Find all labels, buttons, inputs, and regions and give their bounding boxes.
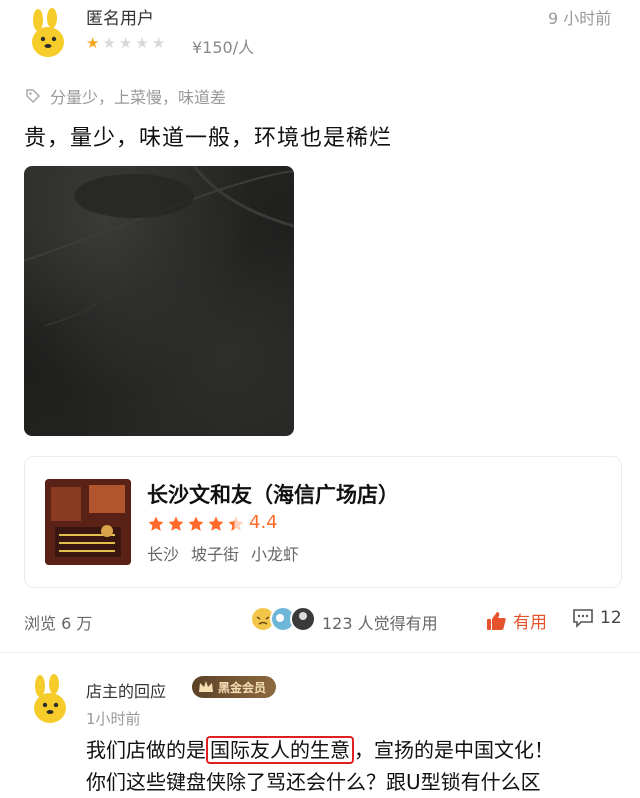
reply-text-pre: 我们店做的是 xyxy=(86,738,206,762)
reply-text-line-2: 你们这些键盘侠除了骂还会什么？跟U型锁有什么区 xyxy=(86,770,541,794)
user-avatar[interactable] xyxy=(28,8,68,60)
useful-label: 有用 xyxy=(513,613,547,633)
user-name[interactable]: 匿名用户 xyxy=(86,4,154,29)
shop-area: 坡子街 xyxy=(191,545,240,564)
review-star-rating: ★ ★ ★ ★ ★ xyxy=(86,36,165,51)
thumbs-up-icon xyxy=(487,611,506,630)
shop-category: 小龙虾 xyxy=(251,545,300,564)
shop-image xyxy=(45,479,131,565)
comment-count: 12 xyxy=(600,608,622,628)
review-time: 9 小时前 xyxy=(548,9,612,28)
star-icon: ★ xyxy=(151,34,166,52)
star-icon: ★ xyxy=(102,34,116,52)
review-tags-text: 分量少，上菜慢，味道差 xyxy=(50,88,227,107)
comment-icon xyxy=(573,609,593,628)
review-text: 贵，量少，味道一般，环境也是稀烂 xyxy=(24,126,393,151)
shop-city: 长沙 xyxy=(147,545,180,564)
shop-rating: 4.4 xyxy=(249,512,278,533)
shop-card[interactable]: 长沙文和友（海信广场店） 4.4 长沙 坡子街 小龙虾 xyxy=(24,456,622,588)
shop-star-icon xyxy=(228,516,244,531)
shop-thumbnail xyxy=(45,479,131,565)
shop-star-icon xyxy=(188,516,204,531)
reply-text-post: ，宣扬的是中国文化！ xyxy=(354,738,554,762)
review-photo[interactable] xyxy=(24,166,294,436)
useful-count: 123 人觉得有用 xyxy=(322,614,438,633)
liker-avatars-icon xyxy=(250,606,316,632)
view-count: 浏览 6 万 xyxy=(24,614,93,633)
owner-avatar[interactable] xyxy=(30,674,70,726)
star-icon: ★ xyxy=(135,34,149,52)
shop-star-rating xyxy=(147,515,245,533)
liker-avatars xyxy=(250,604,316,634)
member-badge-label: 黑金会员 xyxy=(218,680,267,695)
star-icon: ★ xyxy=(86,34,100,52)
comment-button[interactable]: 12 xyxy=(572,608,622,628)
owner-reply-name[interactable]: 店主的回应 xyxy=(86,678,166,702)
reply-highlight: 国际友人的生意 xyxy=(206,736,354,764)
shop-star-icon xyxy=(208,516,224,531)
bunny-avatar-icon xyxy=(32,8,64,57)
shop-meta: 长沙 坡子街 小龙虾 xyxy=(147,541,299,565)
reply-time: 1小时前 xyxy=(86,710,141,728)
photo-content xyxy=(24,166,294,327)
bunny-avatar-icon xyxy=(34,674,66,723)
tag-icon xyxy=(26,89,41,104)
member-badge: 黑金会员 xyxy=(192,676,277,698)
shop-star-icon xyxy=(168,516,184,531)
crown-icon xyxy=(199,681,213,692)
reply-text-line-1: 我们店做的是 国际友人的生意 ，宣扬的是中国文化！ xyxy=(86,734,554,766)
shop-name[interactable]: 长沙文和友（海信广场店） xyxy=(147,479,399,509)
review-tags: 分量少，上菜慢，味道差 xyxy=(24,84,226,108)
useful-button[interactable]: 有用 xyxy=(485,608,547,633)
shop-star-icon xyxy=(148,516,164,531)
price-per-person: ¥150/人 xyxy=(192,38,255,57)
section-divider xyxy=(0,652,640,653)
star-icon: ★ xyxy=(118,34,133,52)
